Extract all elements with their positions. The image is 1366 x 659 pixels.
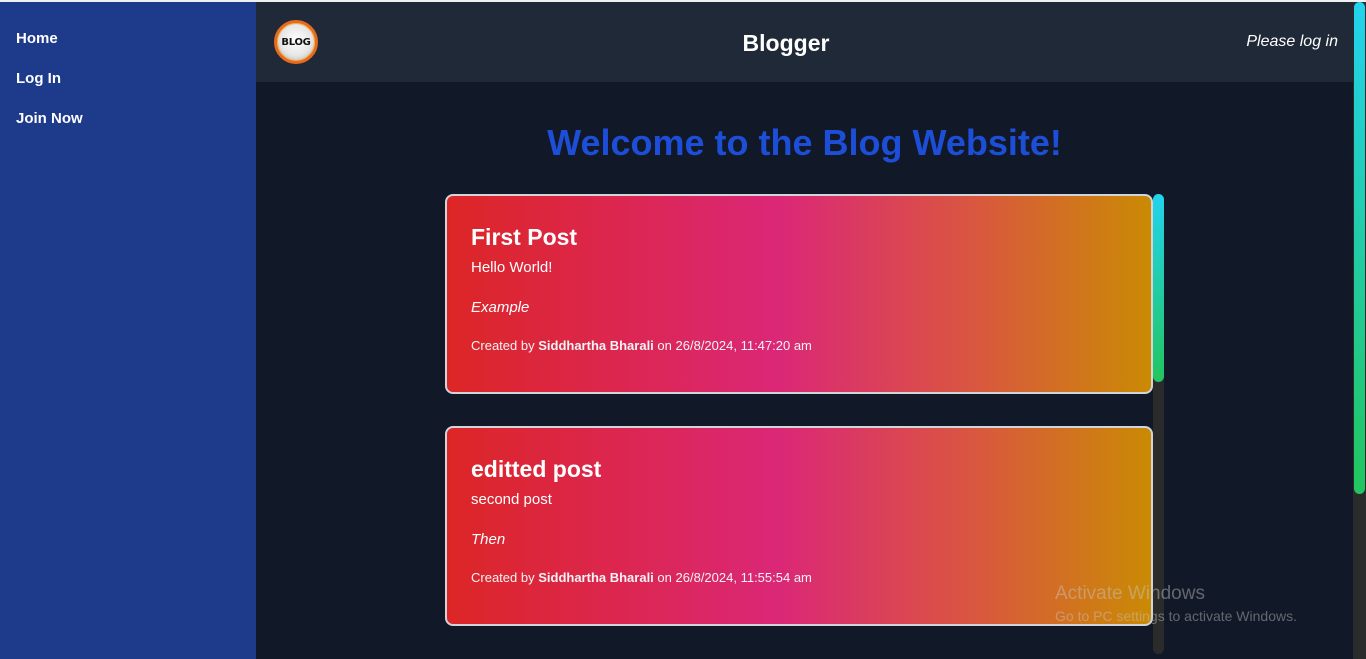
main-content: Welcome to the Blog Website! First Post … xyxy=(256,82,1353,659)
post-author: Siddhartha Bharali xyxy=(538,338,654,353)
on-label: on xyxy=(657,338,672,353)
page-scrollbar-thumb[interactable] xyxy=(1354,2,1365,494)
post-body: Hello World! xyxy=(471,259,553,276)
sidebar-item-join-now[interactable]: Join Now xyxy=(0,108,256,148)
post-meta: Created by Siddhartha Bharali on 26/8/20… xyxy=(471,336,1127,356)
login-status: Please log in xyxy=(1246,33,1338,50)
post-title: First Post xyxy=(471,224,578,250)
post-card[interactable]: editted post second post Then Created by… xyxy=(445,426,1153,626)
sidebar-item-log-in[interactable]: Log In xyxy=(0,68,256,108)
created-by-label: Created by xyxy=(471,338,535,353)
posts-scrollbar-thumb[interactable] xyxy=(1153,194,1164,382)
post-title: editted post xyxy=(471,456,602,482)
post-meta: Created by Siddhartha Bharali on 26/8/20… xyxy=(471,568,1127,588)
header: BLOG Blogger Please log in xyxy=(256,2,1353,82)
sidebar-item-home[interactable]: Home xyxy=(0,28,256,68)
on-label: on xyxy=(657,570,672,585)
post-tag: Then xyxy=(471,531,506,548)
site-title: Blogger xyxy=(742,30,830,56)
activate-windows-watermark: Activate Windows Go to PC settings to ac… xyxy=(1055,582,1297,626)
created-by-label: Created by xyxy=(471,570,535,585)
post-body: second post xyxy=(471,491,552,508)
watermark-subtitle: Go to PC settings to activate Windows. xyxy=(1055,608,1297,624)
watermark-title: Activate Windows xyxy=(1055,583,1205,604)
post-author: Siddhartha Bharali xyxy=(538,570,654,585)
sidebar: Home Log In Join Now xyxy=(0,2,256,659)
post-timestamp: 26/8/2024, 11:55:54 am xyxy=(675,570,812,585)
post-card[interactable]: First Post Hello World! Example Created … xyxy=(445,194,1153,394)
welcome-heading: Welcome to the Blog Website! xyxy=(547,122,1062,163)
post-timestamp: 26/8/2024, 11:47:20 am xyxy=(675,338,812,353)
post-tag: Example xyxy=(471,299,530,316)
